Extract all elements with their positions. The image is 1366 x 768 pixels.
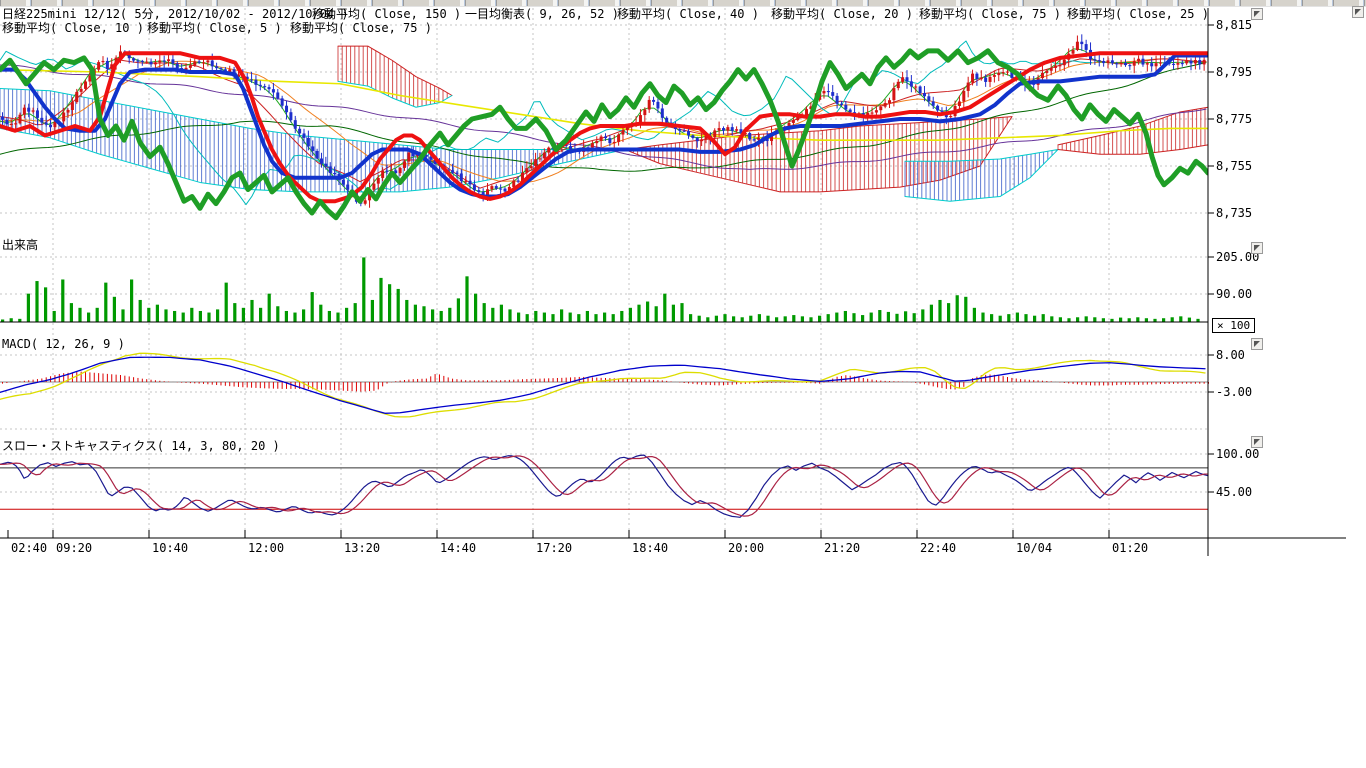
macd-pane-label: MACD( 12, 26, 9 ): [2, 338, 125, 351]
price-pane-collapse-icon[interactable]: [1251, 8, 1263, 20]
legend-item: 一目均衡表( 9, 26, 52 ): [465, 8, 619, 21]
legend-item: 移動平均( Close, 20 ): [771, 8, 913, 21]
legend-item: 移動平均( Close, 150 ): [312, 8, 461, 21]
chart-area[interactable]: 8,8158,7958,7758,7558,735205.0090.008.00…: [0, 0, 1366, 580]
volume-pane-label: 出来高: [2, 239, 38, 252]
legend-item: 移動平均( Close, 40 ): [617, 8, 759, 21]
legend-item: 移動平均( Close, 75 ): [919, 8, 1061, 21]
svg-text:-3.00: -3.00: [1216, 385, 1252, 399]
legend-item: 移動平均( Close, 10 ): [2, 22, 144, 35]
svg-text:8.00: 8.00: [1216, 348, 1245, 362]
svg-text:22:40: 22:40: [920, 541, 956, 555]
svg-text:13:20: 13:20: [344, 541, 380, 555]
legend-item: 移動平均( Close, 5 ): [147, 22, 282, 35]
legend-item: 移動平均( Close, 75 ): [290, 22, 432, 35]
volume-pane-collapse-icon[interactable]: [1251, 242, 1263, 254]
legend-item: 日経225mini 12/12( 5分, 2012/10/02 - 2012/1…: [2, 8, 349, 21]
svg-text:14:40: 14:40: [440, 541, 476, 555]
chart-legend-row2: 移動平均( Close, 10 )移動平均( Close, 5 ) 移動平均( C…: [0, 22, 1210, 36]
svg-text:21:20: 21:20: [824, 541, 860, 555]
stochastics-pane-collapse-icon[interactable]: [1251, 436, 1263, 448]
svg-text:100.00: 100.00: [1216, 447, 1259, 461]
window-corner-icon[interactable]: [1352, 6, 1364, 18]
chart-legend-row1: 日経225mini 12/12( 5分, 2012/10/02 - 2012/1…: [0, 8, 1210, 22]
svg-text:01:20: 01:20: [1112, 541, 1148, 555]
svg-text:8,735: 8,735: [1216, 206, 1252, 220]
stochastics-pane-label: スロー・ストキャスティクス( 14, 3, 80, 20 ): [2, 440, 280, 453]
svg-text:8,795: 8,795: [1216, 65, 1252, 79]
svg-text:20:00: 20:00: [728, 541, 764, 555]
stochastics-pane: [0, 455, 1208, 517]
trading-chart-window: 8,8158,7958,7758,7558,735205.0090.008.00…: [0, 0, 1366, 768]
svg-text:8,775: 8,775: [1216, 112, 1252, 126]
svg-text:09:20: 09:20: [56, 541, 92, 555]
svg-text:10:40: 10:40: [152, 541, 188, 555]
svg-text:8,815: 8,815: [1216, 18, 1252, 32]
svg-text:12:00: 12:00: [248, 541, 284, 555]
svg-text:8,755: 8,755: [1216, 159, 1252, 173]
svg-text:10/04: 10/04: [1016, 541, 1052, 555]
svg-text:45.00: 45.00: [1216, 485, 1252, 499]
svg-text:90.00: 90.00: [1216, 287, 1252, 301]
legend-item: 移動平均( Close, 25 ): [1067, 8, 1209, 21]
svg-text:17:20: 17:20: [536, 541, 572, 555]
candlesticks: [1, 34, 1206, 207]
volume-multiplier-badge: × 100: [1212, 318, 1255, 333]
macd-pane: [0, 353, 1209, 417]
macd-pane-collapse-icon[interactable]: [1251, 338, 1263, 350]
svg-text:02:40: 02:40: [11, 541, 47, 555]
svg-text:18:40: 18:40: [632, 541, 668, 555]
volume-bars: [0, 257, 1208, 322]
